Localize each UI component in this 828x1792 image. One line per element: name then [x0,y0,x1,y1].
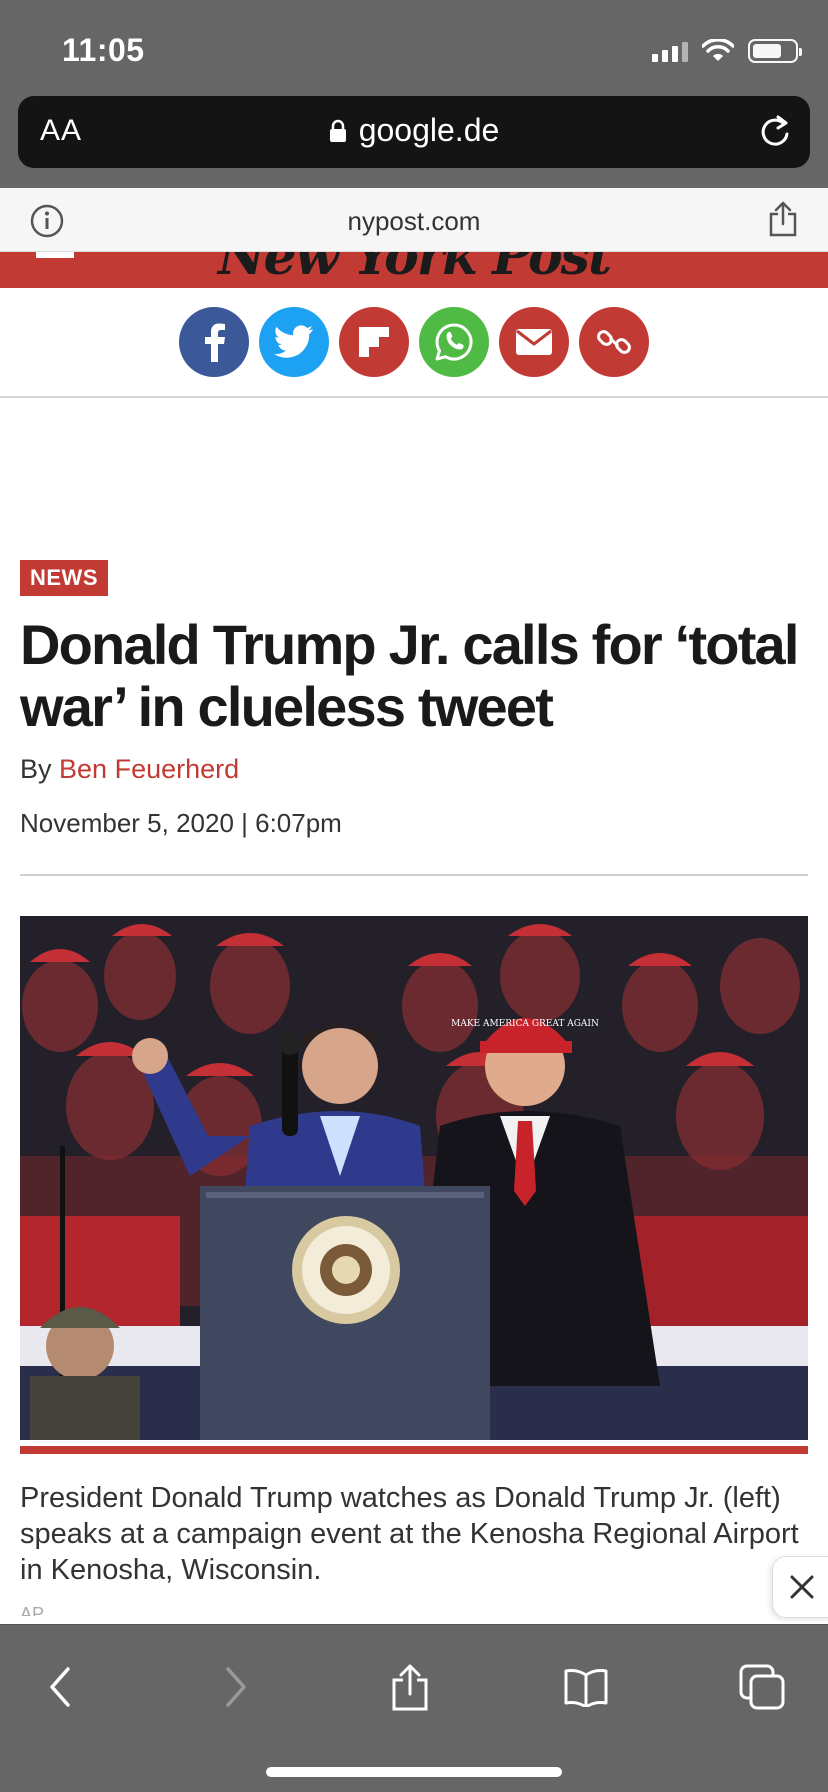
lock-icon [329,119,346,142]
site-domain: nypost.com [347,206,481,236]
bookmarks-button[interactable] [556,1657,616,1717]
chevron-right-icon [226,1667,246,1707]
tabs-button[interactable] [732,1657,792,1717]
publish-date: November 5, 2020 | 6:07pm [20,808,342,838]
battery-icon [748,39,802,63]
site-logo[interactable]: New York Post [0,252,828,287]
copy-link-button[interactable] [579,307,649,377]
share-buttons-row [0,288,828,398]
address-bar[interactable]: AA google.de [18,96,810,168]
ad-close-button[interactable] [772,1556,828,1618]
share-icon [392,1664,428,1711]
whatsapp-share-button[interactable] [419,307,489,377]
browser-top-chrome: 11:05 AA google.de [0,0,828,188]
link-icon [597,330,631,354]
twitter-share-button[interactable] [259,307,329,377]
close-icon [790,1575,814,1599]
email-share-button[interactable] [499,307,569,377]
author-link[interactable]: Ben Feuerherd [59,754,239,784]
site-masthead: New York Post [0,252,828,288]
back-button[interactable] [30,1657,90,1717]
tabs-icon [739,1664,785,1710]
whatsapp-icon [435,323,473,361]
status-icons [652,36,802,66]
rally-scene-image: MAKE AMERICA GREAT AGAIN [20,916,808,1440]
mail-icon [516,329,552,355]
byline: By Ben Feuerherd [20,754,239,785]
forward-button[interactable] [206,1657,266,1717]
flipboard-share-button[interactable] [339,307,409,377]
home-indicator[interactable] [266,1767,562,1777]
photo-caption: President Donald Trump watches as Donald… [20,1482,799,1586]
cellular-signal-icon [652,40,688,62]
flipboard-icon [359,327,389,357]
photo-accent-bar [20,1446,808,1454]
site-info-bar: nypost.com [0,188,828,252]
article-photo: MAKE AMERICA GREAT AGAIN [20,916,808,1440]
byline-prefix: By [20,754,52,784]
divider [20,874,808,876]
reload-icon[interactable] [758,112,792,150]
twitter-icon [274,325,313,358]
url-text: google.de [358,112,500,148]
photo-credit: AP [20,1604,45,1616]
wifi-icon [702,39,734,61]
chevron-left-icon [50,1667,70,1707]
facebook-icon [205,323,225,362]
share-button[interactable] [380,1657,440,1717]
browser-bottom-toolbar [0,1624,828,1792]
facebook-share-button[interactable] [179,307,249,377]
url-field[interactable]: google.de [18,112,810,149]
book-icon [564,1669,608,1707]
article-headline: Donald Trump Jr. calls for ‘total war’ i… [20,613,799,738]
category-badge[interactable]: NEWS [20,560,108,596]
hat-text: MAKE AMERICA GREAT AGAIN [451,1019,599,1029]
status-time: 11:05 [62,32,145,68]
share-icon[interactable] [768,200,798,238]
